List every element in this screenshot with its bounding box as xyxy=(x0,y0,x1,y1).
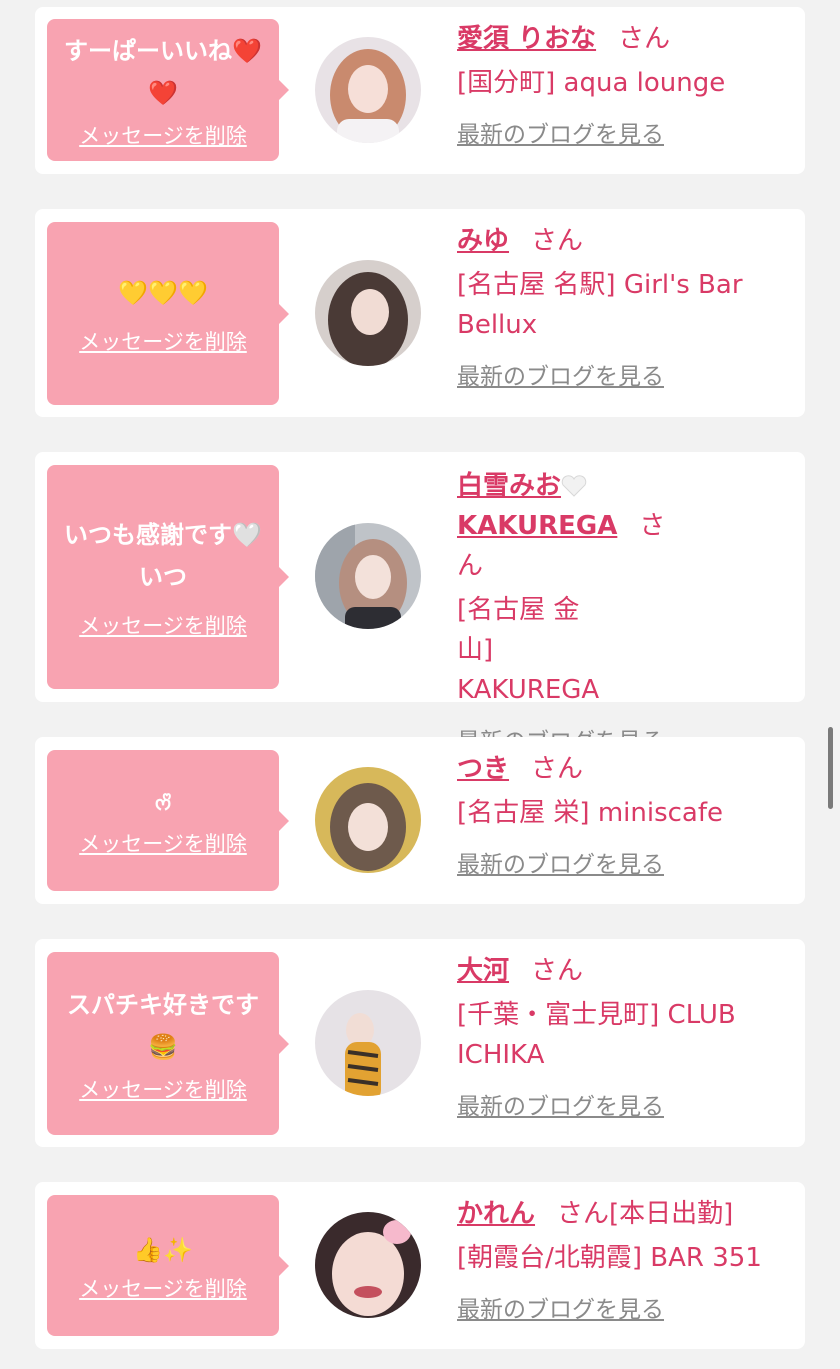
shop-name: [国分町] aqua lounge xyxy=(457,68,726,98)
shop-name: [名古屋 名駅] Girl's Bar Bellux xyxy=(457,270,743,340)
profile-info: みゆ さん [名古屋 名駅] Girl's Bar Bellux 最新のブログを見… xyxy=(457,221,797,391)
profile-info: かれん さん[本日出勤] [朝霞台/北朝霞] BAR 351 最新のブログを見る xyxy=(457,1194,802,1324)
white-heart-icon xyxy=(561,475,587,497)
message-card: すーぱーいいね❤️❤️ メッセージを削除 愛須 りおな さん [国分町] aqua… xyxy=(35,7,805,174)
message-bubble: ᰔᩚ メッセージを削除 xyxy=(47,750,289,891)
message-bubble: いつも感謝です🤍いつ メッセージを削除 xyxy=(47,465,289,689)
latest-blog-link[interactable]: 最新のブログを見る xyxy=(457,1290,664,1324)
message-card: いつも感謝です🤍いつ メッセージを削除 白雪みお KAKUREGA さん [名古屋 … xyxy=(35,452,805,755)
message-text: スパチキ好きです🍔 xyxy=(67,990,259,1061)
latest-blog-link[interactable]: 最新のブログを見る xyxy=(457,115,664,149)
message-text: すーぱーいいね❤️❤️ xyxy=(64,37,262,107)
message-card: 👍✨ メッセージを削除 かれん さん[本日出勤] [朝霞台/北朝霞] BAR 35… xyxy=(35,1182,805,1349)
cast-name-link[interactable]: みゆ xyxy=(457,226,509,256)
message-text: いつも感謝です🤍いつ xyxy=(64,521,262,591)
message-card: スパチキ好きです🍔 メッセージを削除 大河 さん [千葉・富士見町] CLUB I… xyxy=(35,939,805,1147)
scrollbar[interactable] xyxy=(828,727,833,809)
cast-name-part: 白雪みお xyxy=(457,471,562,501)
message-card: 💛💛💛 メッセージを削除 みゆ さん [名古屋 名駅] Girl's Bar Be… xyxy=(35,209,805,417)
honorific: さん xyxy=(531,226,584,256)
message-text: ᰔᩚ xyxy=(154,793,172,815)
avatar[interactable] xyxy=(315,523,421,629)
latest-blog-link[interactable]: 最新のブログを見る xyxy=(457,357,664,391)
message-text: 👍✨ xyxy=(133,1235,193,1264)
message-bubble: スパチキ好きです🍔 メッセージを削除 xyxy=(47,952,289,1135)
shop-name: [朝霞台/北朝霞] BAR 351 xyxy=(457,1243,762,1273)
latest-blog-link[interactable]: 最新のブログを見る xyxy=(457,845,664,879)
message-bubble: 👍✨ メッセージを削除 xyxy=(47,1195,289,1336)
cast-name-part: KAKUREGA xyxy=(457,511,618,541)
avatar[interactable] xyxy=(315,260,421,366)
delete-message-link[interactable]: メッセージを削除 xyxy=(79,610,247,640)
avatar[interactable] xyxy=(315,1212,421,1318)
profile-info: 愛須 りおな さん [国分町] aqua lounge 最新のブログを見る xyxy=(457,19,797,149)
shop-name: [千葉・富士見町] CLUB ICHIKA xyxy=(457,1000,736,1070)
delete-message-link[interactable]: メッセージを削除 xyxy=(79,1273,247,1303)
delete-message-link[interactable]: メッセージを削除 xyxy=(79,326,247,356)
message-bubble: すーぱーいいね❤️❤️ メッセージを削除 xyxy=(47,19,289,161)
latest-blog-link[interactable]: 最新のブログを見る xyxy=(457,1087,664,1121)
message-text: 💛💛💛 xyxy=(118,278,208,307)
cast-name-link[interactable]: 愛須 りおな xyxy=(457,24,596,54)
profile-info: 白雪みおKAKUREGAさん [名古屋 金山] KAKUREGA 最新のブログを… xyxy=(457,466,677,756)
delete-message-link[interactable]: メッセージを削除 xyxy=(79,828,247,858)
profile-info: つき さん [名古屋 栄] miniscafe 最新のブログを見る xyxy=(457,749,797,879)
avatar[interactable] xyxy=(315,37,421,143)
honorific: さん xyxy=(618,24,671,54)
avatar[interactable] xyxy=(315,767,421,873)
delete-message-link[interactable]: メッセージを削除 xyxy=(79,120,247,150)
avatar[interactable] xyxy=(315,990,421,1096)
message-bubble: 💛💛💛 メッセージを削除 xyxy=(47,222,289,405)
cast-name-link[interactable]: 白雪みお KAKUREGA xyxy=(457,471,617,541)
honorific: さん xyxy=(531,956,584,986)
cast-name-link[interactable]: つき xyxy=(457,754,509,784)
honorific: さん[本日出勤] xyxy=(557,1199,734,1229)
shop-name: [名古屋 金山] KAKUREGA xyxy=(457,595,600,705)
honorific: さん xyxy=(531,754,584,784)
cast-name-link[interactable]: 大河 xyxy=(457,956,509,986)
delete-message-link[interactable]: メッセージを削除 xyxy=(79,1074,247,1104)
profile-info: 大河 さん [千葉・富士見町] CLUB ICHIKA 最新のブログを見る xyxy=(457,951,797,1121)
message-card: ᰔᩚ メッセージを削除 つき さん [名古屋 栄] miniscafe 最新のブロ… xyxy=(35,737,805,904)
cast-name-link[interactable]: かれん xyxy=(457,1199,535,1229)
shop-name: [名古屋 栄] miniscafe xyxy=(457,798,723,828)
